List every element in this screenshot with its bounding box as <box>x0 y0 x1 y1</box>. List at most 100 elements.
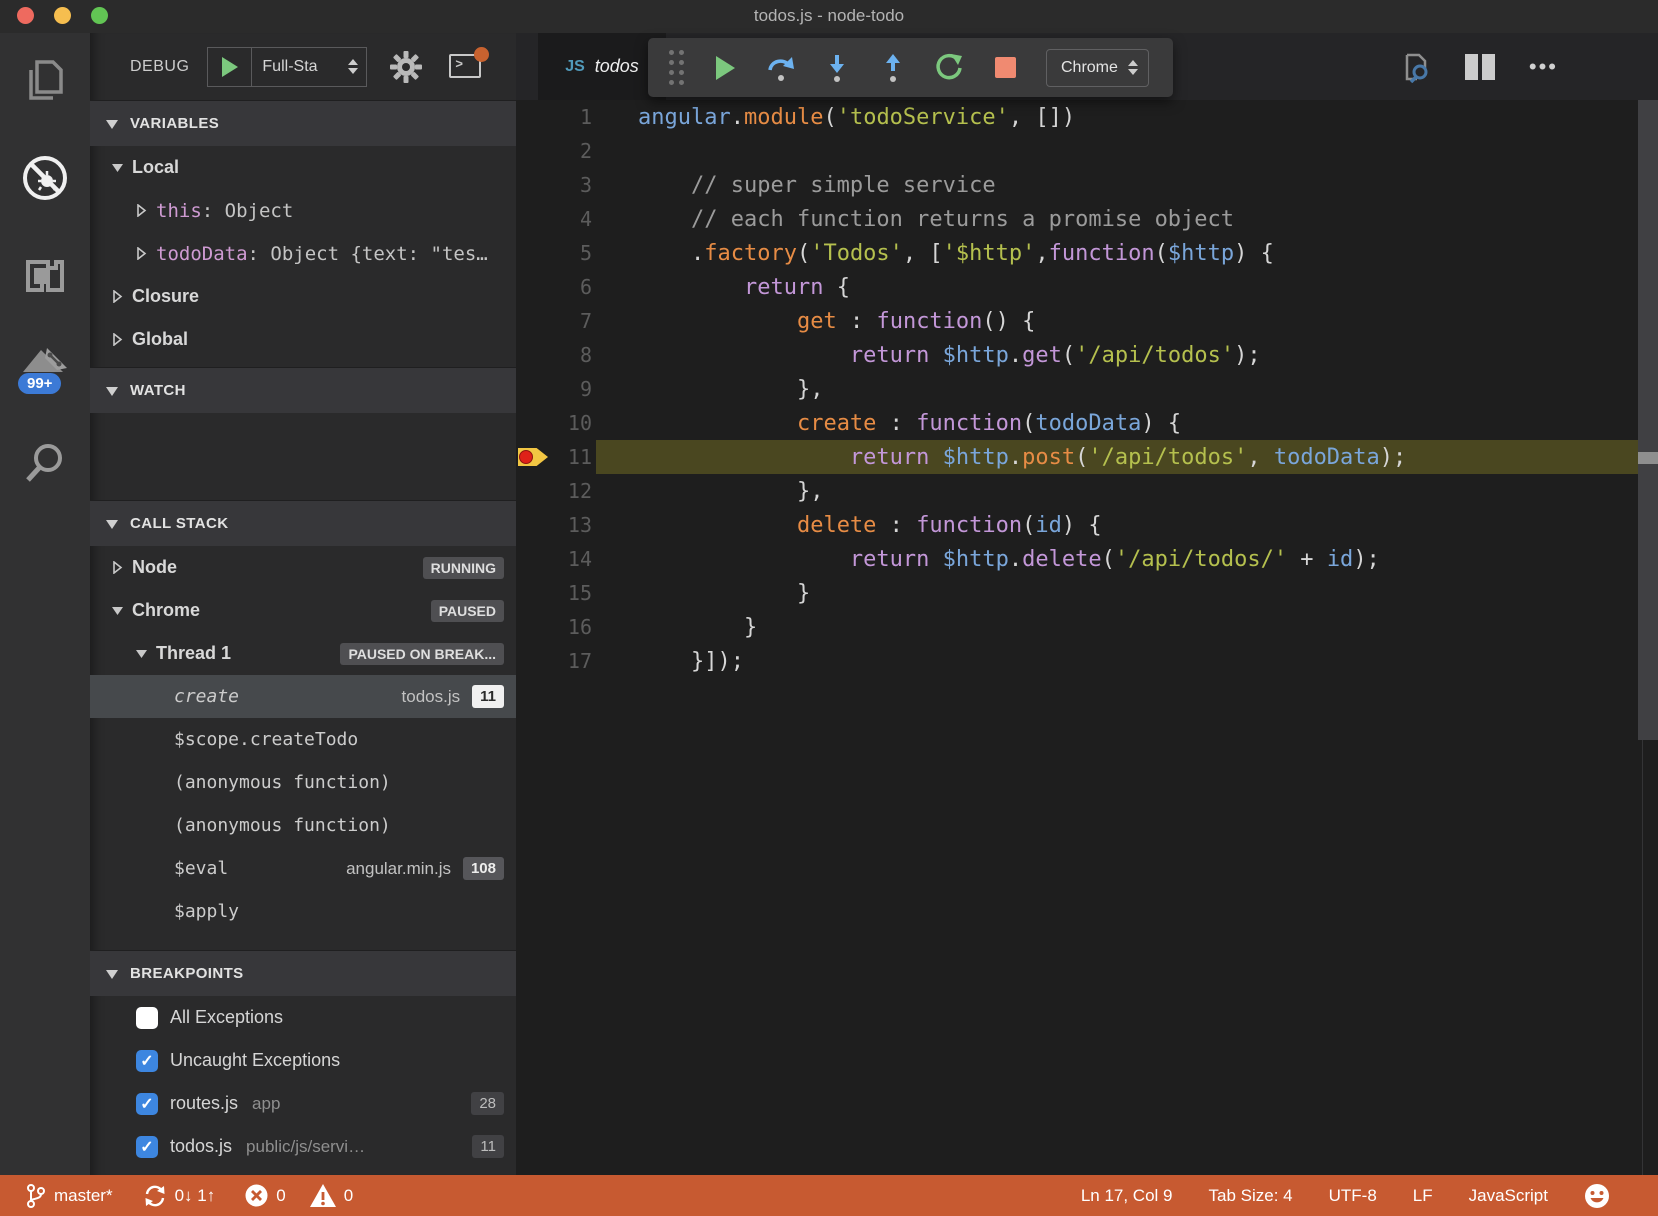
breakpoint-label: Uncaught Exceptions <box>170 1050 340 1071</box>
call-stack-frame-row[interactable]: (anonymous function) <box>90 804 516 847</box>
gutter-breakpoint-area[interactable] <box>516 338 552 372</box>
variables-scope-row[interactable]: Local <box>90 146 516 189</box>
explorer-icon[interactable] <box>0 45 90 115</box>
cursor-position-item[interactable]: Ln 17, Col 9 <box>1081 1186 1173 1206</box>
breakpoint-row[interactable]: All Exceptions <box>90 996 516 1039</box>
gutter-breakpoint-area[interactable] <box>516 270 552 304</box>
twistie-expanded-icon[interactable] <box>110 605 124 616</box>
stop-button[interactable] <box>982 45 1028 91</box>
variable-row[interactable]: todoData: Object {text: "tes… <box>90 232 516 275</box>
twistie-collapsed-icon[interactable] <box>134 247 148 260</box>
editor-scrollbar[interactable] <box>1638 100 1658 740</box>
sync-icon <box>143 1184 167 1208</box>
eol-item[interactable]: LF <box>1413 1186 1433 1206</box>
code-line: 16 } <box>516 610 1658 644</box>
gutter-breakpoint-area[interactable] <box>516 134 552 168</box>
code-token: post <box>1022 445 1075 470</box>
gutter-breakpoint-area[interactable] <box>516 236 552 270</box>
problems-item[interactable]: 0 0 <box>245 1184 353 1207</box>
call-stack-frame-row[interactable]: (anonymous function) <box>90 761 516 804</box>
breakpoint-line-badge: 28 <box>471 1092 504 1115</box>
line-number: 3 <box>552 173 592 197</box>
restart-button[interactable] <box>926 45 972 91</box>
breakpoint-row[interactable]: ✓todos.jspublic/js/servi…11 <box>90 1125 516 1168</box>
variables-section-header[interactable]: VARIABLES <box>90 100 516 146</box>
twistie-collapsed-icon[interactable] <box>110 290 124 303</box>
status-bar: master* 0↓ 1↑ 0 <box>0 1175 1658 1216</box>
code-token: function <box>876 309 982 334</box>
more-actions-icon[interactable]: ••• <box>1529 54 1558 80</box>
tab-todos[interactable]: JS todos <box>538 33 666 100</box>
variables-scope-row[interactable]: Global <box>90 318 516 361</box>
twistie-collapsed-icon[interactable] <box>110 561 124 574</box>
breakpoint-checkbox[interactable]: ✓ <box>136 1093 158 1115</box>
twistie-collapsed-icon[interactable] <box>134 204 148 217</box>
twistie-expanded-icon[interactable] <box>110 162 124 173</box>
code-token: }]); <box>691 649 744 674</box>
breakpoint-row[interactable]: ✓ Uncaught Exceptions <box>90 1039 516 1082</box>
breakpoint-checkbox[interactable]: ✓ <box>136 1136 158 1158</box>
continue-button[interactable] <box>702 45 748 91</box>
debug-console-icon[interactable]: > <box>449 54 483 80</box>
section-twistie-icon <box>106 118 118 130</box>
toolbar-drag-grip[interactable] <box>662 45 692 91</box>
gutter-breakpoint-area[interactable] <box>516 474 552 508</box>
variables-scope-row[interactable]: Closure <box>90 275 516 318</box>
call-stack-session-row[interactable]: Thread 1PAUSED ON BREAK... <box>90 632 516 675</box>
gutter-breakpoint-area[interactable] <box>516 406 552 440</box>
breakpoint-checkbox[interactable] <box>136 1007 158 1029</box>
line-number: 10 <box>552 411 592 435</box>
gutter-breakpoint-area[interactable] <box>516 100 552 134</box>
breakpoint-line-badge: 11 <box>472 1135 504 1158</box>
breakpoints-section-header[interactable]: BREAKPOINTS <box>90 950 516 996</box>
variable-row[interactable]: this: Object <box>90 189 516 232</box>
step-into-button[interactable] <box>814 45 860 91</box>
gutter-breakpoint-area[interactable] <box>516 202 552 236</box>
call-stack-session-row[interactable]: NodeRUNNING <box>90 546 516 589</box>
configure-gear-icon[interactable] <box>389 50 423 84</box>
call-stack-session-row[interactable]: ChromePAUSED <box>90 589 516 632</box>
gutter-breakpoint-area[interactable] <box>516 168 552 202</box>
split-editor-icon[interactable] <box>1465 54 1495 80</box>
source-control-icon[interactable]: 99+ <box>0 333 90 403</box>
git-sync-item[interactable]: 0↓ 1↑ <box>143 1184 216 1208</box>
language-mode-item[interactable]: JavaScript <box>1469 1186 1548 1206</box>
call-stack-frame-row[interactable]: createtodos.js11 <box>90 675 516 718</box>
step-out-button[interactable] <box>870 45 916 91</box>
breakpoint-checkbox[interactable]: ✓ <box>136 1050 158 1072</box>
gutter-breakpoint-area[interactable] <box>516 542 552 576</box>
call-stack-section-header[interactable]: CALL STACK <box>90 500 516 546</box>
launch-config-select[interactable]: Full-Sta <box>252 48 348 86</box>
gutter-breakpoint-area[interactable] <box>516 576 552 610</box>
search-icon[interactable] <box>0 428 90 498</box>
debug-target-select[interactable]: Chrome <box>1046 49 1149 87</box>
breakpoint-row[interactable]: ✓routes.jsapp28 <box>90 1082 516 1125</box>
feedback-smiley-icon[interactable] <box>1584 1183 1610 1209</box>
frame-name: $apply <box>174 901 239 922</box>
gutter-breakpoint-area[interactable] <box>516 508 552 542</box>
gutter-breakpoint-area[interactable] <box>516 610 552 644</box>
twistie-collapsed-icon[interactable] <box>110 333 124 346</box>
call-stack-frame-row[interactable]: $evalangular.min.js108 <box>90 847 516 890</box>
call-stack-frame-row[interactable]: $apply <box>90 890 516 933</box>
find-in-file-icon[interactable] <box>1399 51 1431 83</box>
launch-config-spinner-icon[interactable] <box>348 48 366 86</box>
call-stack-frame-row[interactable]: $scope.createTodo <box>90 718 516 761</box>
gutter-breakpoint-area[interactable] <box>516 440 552 474</box>
encoding-item[interactable]: UTF-8 <box>1329 1186 1377 1206</box>
start-debug-button[interactable] <box>208 48 252 86</box>
gutter-breakpoint-area[interactable] <box>516 372 552 406</box>
tab-size-item[interactable]: Tab Size: 4 <box>1209 1186 1293 1206</box>
frame-name: (anonymous function) <box>174 772 391 793</box>
twistie-expanded-icon[interactable] <box>134 648 148 659</box>
frame-file-name: angular.min.js <box>346 859 451 879</box>
step-over-button[interactable] <box>758 45 804 91</box>
watch-section-header[interactable]: WATCH <box>90 367 516 413</box>
git-branch-item[interactable]: master* <box>26 1183 113 1209</box>
gutter-breakpoint-area[interactable] <box>516 644 552 678</box>
debug-icon[interactable] <box>0 143 90 213</box>
code-token: ( <box>1022 513 1035 538</box>
code-token: ( <box>1102 547 1115 572</box>
gutter-breakpoint-area[interactable] <box>516 304 552 338</box>
extensions-icon[interactable] <box>0 238 90 308</box>
